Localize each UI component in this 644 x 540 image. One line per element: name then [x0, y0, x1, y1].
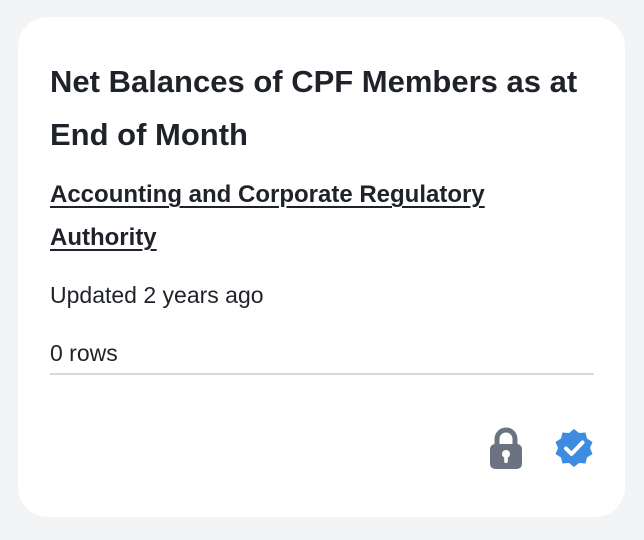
dataset-title[interactable]: Net Balances of CPF Members as at End of…	[50, 55, 598, 161]
row-count: 0 rows	[50, 340, 118, 366]
divider	[50, 373, 594, 375]
verified-badge-icon	[554, 428, 594, 468]
publisher-link[interactable]: Accounting and Corporate Regulatory Auth…	[50, 173, 570, 259]
updated-text: Updated 2 years ago	[50, 282, 264, 308]
lock-icon	[488, 427, 524, 469]
dataset-card[interactable]: Net Balances of CPF Members as at End of…	[18, 17, 625, 517]
